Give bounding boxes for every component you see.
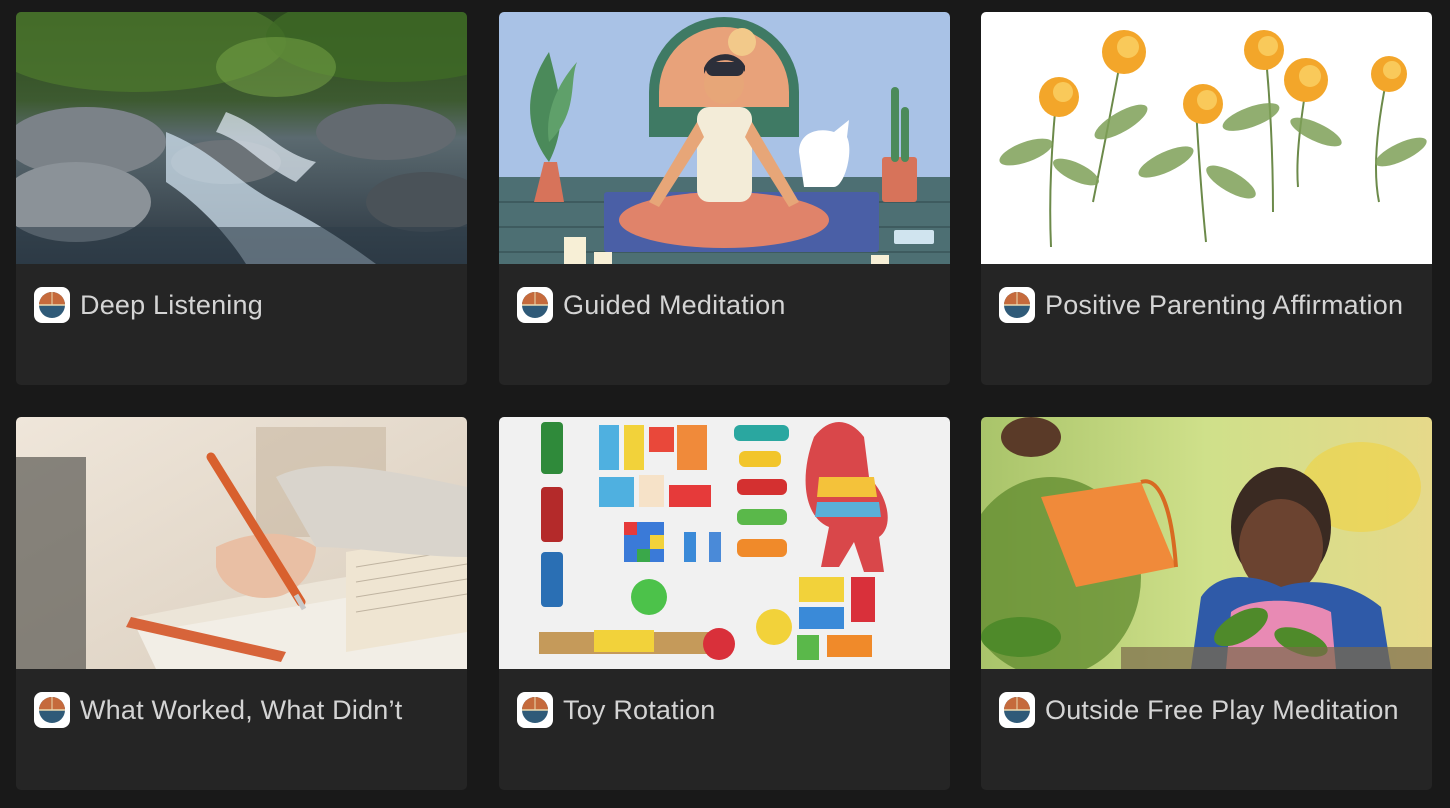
card-title: Outside Free Play Meditation	[1045, 695, 1399, 725]
card-title: Positive Parenting Affirmation	[1045, 290, 1404, 320]
gallery-card-positive-parenting-affirmation[interactable]: Positive Parenting Affirmation	[981, 12, 1432, 385]
logo-icon	[517, 287, 553, 323]
cover-image-writing-journal	[16, 417, 467, 669]
cover-image-child-watering-plants	[981, 417, 1432, 669]
gallery-card-guided-meditation[interactable]: Guided Meditation	[499, 12, 950, 385]
logo-icon	[999, 692, 1035, 728]
gallery-grid: Deep Listening Guided Meditation Positiv…	[0, 0, 1450, 808]
cover-image-forest-stream	[16, 12, 467, 264]
cover-image-orange-poppies	[981, 12, 1432, 264]
gallery-card-toy-rotation[interactable]: Toy Rotation	[499, 417, 950, 790]
logo-icon	[517, 692, 553, 728]
cover-image-toys-flatlay	[499, 417, 950, 669]
logo-icon	[34, 692, 70, 728]
gallery-card-outside-free-play-meditation[interactable]: Outside Free Play Meditation	[981, 417, 1432, 790]
card-title: Toy Rotation	[563, 695, 716, 725]
gallery-card-deep-listening[interactable]: Deep Listening	[16, 12, 467, 385]
logo-icon	[34, 287, 70, 323]
card-title: What Worked, What Didn’t	[80, 695, 403, 725]
logo-icon	[999, 287, 1035, 323]
cover-image-meditation-illustration	[499, 12, 950, 264]
card-title: Deep Listening	[80, 290, 263, 320]
card-title: Guided Meditation	[563, 290, 786, 320]
gallery-card-what-worked-what-didnt[interactable]: What Worked, What Didn’t	[16, 417, 467, 790]
